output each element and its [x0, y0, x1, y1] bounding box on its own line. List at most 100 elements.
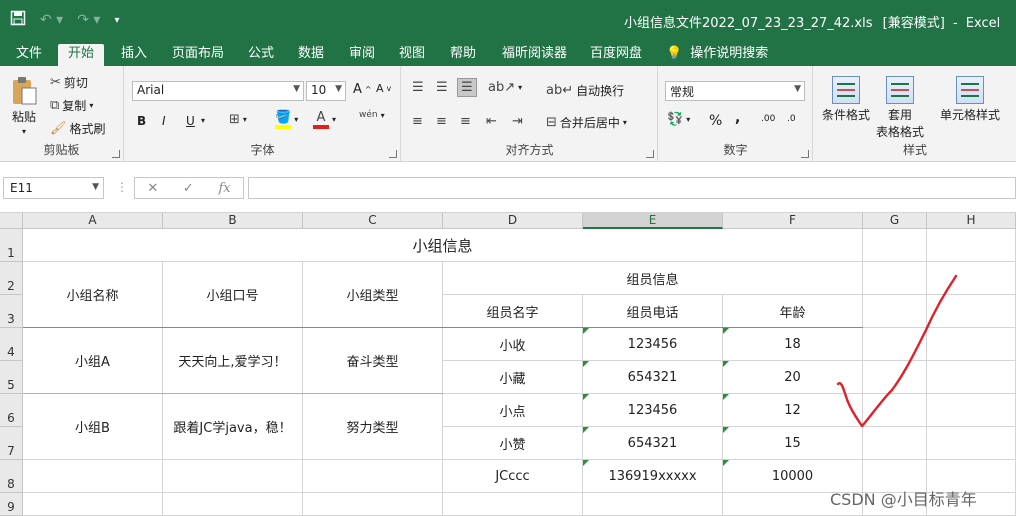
- format-painter-button[interactable]: 🖌 格式刷: [50, 120, 106, 137]
- cell-c8[interactable]: [303, 460, 443, 493]
- undo-icon[interactable]: ↶ ▾: [40, 12, 63, 28]
- tab-formulas[interactable]: 公式: [246, 44, 276, 66]
- merge-center-button[interactable]: ⊟ 合并后居中 ▾: [546, 114, 627, 131]
- column-header-c[interactable]: C: [303, 213, 443, 229]
- member-name[interactable]: JCccc: [443, 460, 583, 493]
- column-header-b[interactable]: B: [163, 213, 303, 229]
- member-name[interactable]: 小赞: [443, 427, 583, 460]
- header-slogan[interactable]: 小组口号: [163, 262, 303, 328]
- member-name[interactable]: 小点: [443, 394, 583, 427]
- font-size-combo[interactable]: 10 ▼: [306, 81, 346, 101]
- header-member-info[interactable]: 组员信息: [443, 262, 863, 295]
- phonetic-button[interactable]: wén ▾: [359, 110, 385, 120]
- cut-button[interactable]: ✂ 剪切: [50, 74, 88, 91]
- borders-button[interactable]: ⊞ ▾: [229, 112, 247, 127]
- header-member-name[interactable]: 组员名字: [443, 295, 583, 328]
- member-phone[interactable]: 123456: [583, 394, 723, 427]
- format-as-table-button[interactable]: 套用 表格格式: [876, 76, 924, 140]
- tab-insert[interactable]: 插入: [119, 44, 149, 66]
- row-header-8[interactable]: 8: [0, 460, 23, 493]
- row-header-4[interactable]: 4: [0, 328, 23, 361]
- conditional-format-button[interactable]: 条件格式: [822, 76, 870, 123]
- group-a-name[interactable]: 小组A: [23, 328, 163, 394]
- column-header-h[interactable]: H: [927, 213, 1016, 229]
- percent-button[interactable]: %: [709, 113, 722, 129]
- tab-page-layout[interactable]: 页面布局: [170, 44, 226, 66]
- comma-button[interactable]: ,: [735, 110, 740, 126]
- font-launcher-icon[interactable]: [389, 150, 397, 158]
- sheet-title-cell[interactable]: 小组信息: [23, 229, 863, 262]
- clipboard-launcher-icon[interactable]: [112, 150, 120, 158]
- align-center-button[interactable]: ≡: [436, 114, 447, 129]
- header-member-phone[interactable]: 组员电话: [583, 295, 723, 328]
- font-name-combo[interactable]: Arial ▼: [132, 81, 304, 101]
- grow-font-button[interactable]: A ^: [353, 82, 372, 97]
- alignment-launcher-icon[interactable]: [646, 150, 654, 158]
- underline-button[interactable]: U: [186, 114, 195, 128]
- underline-dropdown[interactable]: ▾: [201, 116, 205, 125]
- member-phone[interactable]: 123456: [583, 328, 723, 361]
- cell-styles-button[interactable]: 单元格样式: [940, 76, 1000, 123]
- column-header-f[interactable]: F: [723, 213, 863, 229]
- group-b-slogan[interactable]: 跟着JC学java，稳！: [163, 394, 303, 460]
- name-box[interactable]: E11 ▼: [3, 177, 104, 199]
- group-a-type[interactable]: 奋斗类型: [303, 328, 443, 394]
- column-header-a[interactable]: A: [23, 213, 163, 229]
- empty-cell[interactable]: [443, 493, 583, 516]
- group-a-slogan[interactable]: 天天向上,爱学习！: [163, 328, 303, 394]
- column-header-e[interactable]: E: [583, 213, 723, 229]
- number-format-combo[interactable]: 常规 ▼: [665, 81, 805, 101]
- member-phone[interactable]: 654321: [583, 361, 723, 394]
- member-name[interactable]: 小藏: [443, 361, 583, 394]
- bold-button[interactable]: B: [137, 114, 146, 128]
- column-header-d[interactable]: D: [443, 213, 583, 229]
- number-launcher-icon[interactable]: [801, 150, 809, 158]
- row-header-1[interactable]: 1: [0, 229, 23, 262]
- orientation-button[interactable]: ab↗ ▾: [488, 80, 522, 95]
- member-phone[interactable]: 654321: [583, 427, 723, 460]
- decrease-decimal-button[interactable]: .0: [787, 114, 796, 124]
- cancel-icon[interactable]: ✕: [147, 181, 158, 196]
- align-middle-button[interactable]: ☰: [436, 80, 448, 95]
- tab-view[interactable]: 视图: [397, 44, 427, 66]
- enter-icon[interactable]: ✓: [183, 181, 194, 196]
- copy-button[interactable]: ⧉ 复制 ▾: [50, 97, 93, 114]
- row-header-6[interactable]: 6: [0, 394, 23, 427]
- align-left-button[interactable]: ≡: [412, 114, 423, 129]
- formula-input[interactable]: [248, 177, 1016, 199]
- tab-review[interactable]: 审阅: [347, 44, 377, 66]
- cell-g1[interactable]: [863, 229, 927, 262]
- row-header-5[interactable]: 5: [0, 361, 23, 394]
- header-group-type[interactable]: 小组类型: [303, 262, 443, 328]
- decrease-indent-button[interactable]: ⇤: [486, 114, 497, 129]
- align-bottom-button[interactable]: ☰: [457, 78, 477, 97]
- fill-color-button[interactable]: 🪣 ▾: [275, 110, 298, 129]
- wrap-text-button[interactable]: ab↵ 自动换行: [546, 82, 624, 99]
- cell-a8[interactable]: [23, 460, 163, 493]
- tab-file[interactable]: 文件: [14, 44, 44, 66]
- align-top-button[interactable]: ☰: [412, 80, 424, 95]
- save-icon[interactable]: [10, 10, 26, 30]
- align-right-button[interactable]: ≡: [460, 114, 471, 129]
- row-header-7[interactable]: 7: [0, 427, 23, 460]
- column-header-g[interactable]: G: [863, 213, 927, 229]
- member-phone[interactable]: 136919xxxxx: [583, 460, 723, 493]
- tab-data[interactable]: 数据: [296, 44, 326, 66]
- cell-b8[interactable]: [163, 460, 303, 493]
- accounting-button[interactable]: 💱 ▾: [667, 112, 690, 127]
- empty-cell[interactable]: [583, 493, 723, 516]
- group-b-name[interactable]: 小组B: [23, 394, 163, 460]
- customize-qat-icon[interactable]: ▾: [114, 15, 119, 26]
- header-group-name[interactable]: 小组名称: [23, 262, 163, 328]
- increase-decimal-button[interactable]: .00: [761, 114, 775, 124]
- row-header-2[interactable]: 2: [0, 262, 23, 295]
- empty-cell[interactable]: [163, 493, 303, 516]
- cell-h1[interactable]: [927, 229, 1016, 262]
- row-header-3[interactable]: 3: [0, 295, 23, 328]
- font-color-button[interactable]: A ▾: [313, 110, 336, 129]
- increase-indent-button[interactable]: ⇥: [512, 114, 523, 129]
- redo-icon[interactable]: ↷ ▾: [77, 12, 100, 28]
- shrink-font-button[interactable]: Av: [376, 82, 391, 95]
- empty-cell[interactable]: [23, 493, 163, 516]
- tab-home[interactable]: 开始: [58, 44, 105, 66]
